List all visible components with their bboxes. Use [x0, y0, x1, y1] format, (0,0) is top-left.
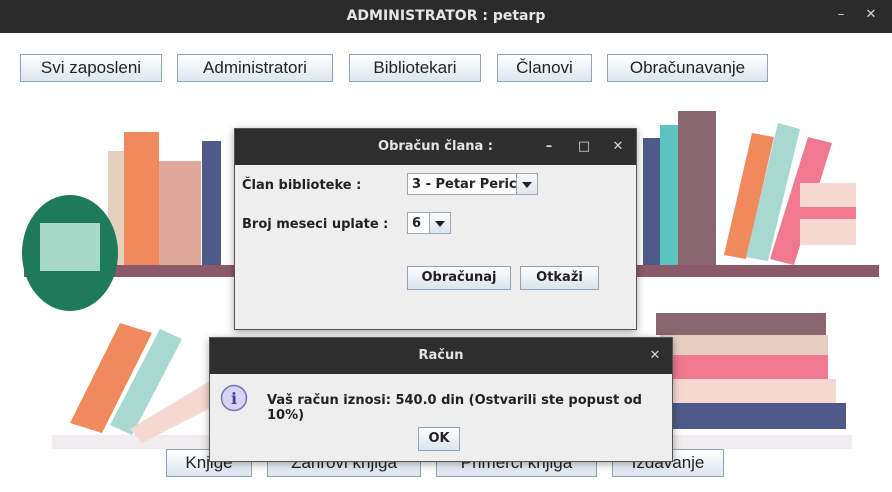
- months-select[interactable]: 6: [407, 212, 451, 234]
- dropdown-arrow-icon[interactable]: [516, 174, 537, 194]
- racun-message: Vaš račun iznosi: 540.0 din (Ostvarili s…: [267, 393, 642, 423]
- svg-text:i: i: [231, 389, 237, 408]
- book: [668, 403, 846, 429]
- close-icon[interactable]: ✕: [646, 347, 664, 365]
- member-label: Član biblioteke :: [242, 178, 362, 193]
- main-titlebar: ADMINISTRATOR : petarp – ✕: [0, 0, 892, 33]
- book: [678, 111, 716, 265]
- bibliotekari-button[interactable]: Bibliotekari: [349, 54, 481, 82]
- book: [202, 141, 221, 265]
- administratori-button[interactable]: Administratori: [177, 54, 333, 82]
- window-title: ADMINISTRATOR : petarp: [346, 8, 546, 24]
- book: [660, 335, 828, 355]
- book: [660, 125, 678, 265]
- racun-dialog-title: Račun: [418, 348, 464, 363]
- ok-button[interactable]: OK: [418, 427, 460, 451]
- book: [650, 355, 828, 379]
- dropdown-arrow-icon[interactable]: [429, 213, 450, 233]
- info-icon: i: [220, 384, 248, 412]
- clanovi-button[interactable]: Članovi: [497, 54, 592, 82]
- book: [656, 313, 826, 335]
- book: [159, 161, 201, 265]
- otkazi-button[interactable]: Otkaži: [520, 266, 599, 290]
- racun-dialog-titlebar: Račun ✕: [210, 338, 672, 374]
- book: [660, 379, 836, 403]
- close-icon[interactable]: ✕: [862, 6, 880, 24]
- member-select[interactable]: 3 - Petar Peric: [407, 173, 538, 195]
- months-select-value: 6: [412, 216, 422, 231]
- minimize-icon[interactable]: –: [832, 6, 850, 24]
- candle-band: [800, 207, 856, 219]
- close-icon[interactable]: ✕: [609, 138, 627, 156]
- obracunaj-button[interactable]: Obračunaj: [407, 266, 511, 290]
- member-select-value: 3 - Petar Peric: [412, 177, 517, 192]
- months-label: Broj meseci uplate :: [242, 217, 389, 232]
- book: [643, 138, 661, 265]
- obracun-dialog: Obračun člana : – □ ✕ Član biblioteke : …: [234, 128, 637, 330]
- svi-zaposleni-button[interactable]: Svi zaposleni: [20, 54, 162, 82]
- minimize-icon[interactable]: –: [540, 138, 558, 156]
- obracunavanje-button[interactable]: Obračunavanje: [607, 54, 768, 82]
- racun-dialog: Račun ✕ i Vaš račun iznosi: 540.0 din (O…: [209, 337, 673, 462]
- obracun-dialog-titlebar: Obračun člana : – □ ✕: [235, 129, 636, 165]
- maximize-icon[interactable]: □: [575, 138, 593, 156]
- plant-pot: [40, 223, 100, 271]
- book: [124, 132, 159, 265]
